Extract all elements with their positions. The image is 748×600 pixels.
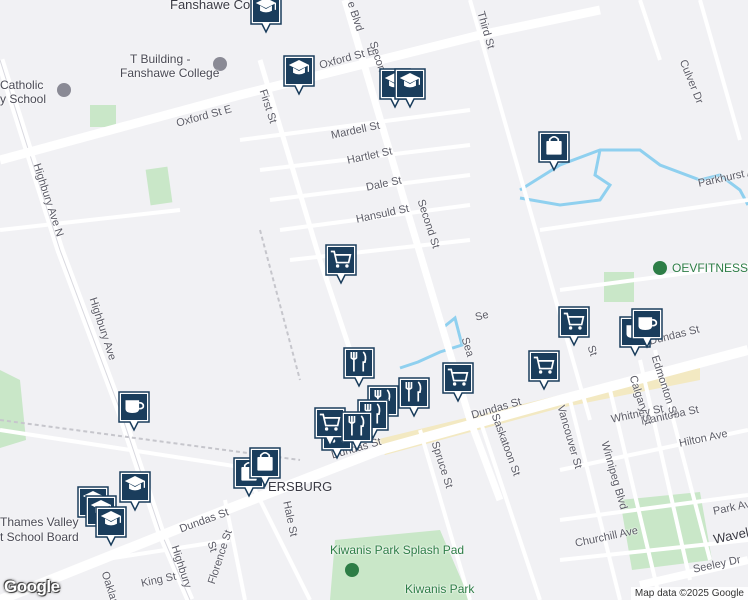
place-label: Catholic	[0, 78, 44, 92]
map-marker-shopping-cart[interactable]	[557, 305, 591, 347]
map-marker-shopping-cart[interactable]	[324, 243, 358, 285]
map-marker-school[interactable]	[393, 67, 427, 109]
place-label: Thames Valley	[0, 515, 79, 529]
map-marker-shopping-cart[interactable]	[441, 361, 475, 403]
map-canvas[interactable]: Fanshawe College T Building - Fanshawe C…	[0, 0, 748, 600]
school-icon	[250, 0, 282, 34]
map-marker-cafe[interactable]	[630, 307, 664, 349]
shopping-bag-icon	[538, 131, 570, 172]
cafe-icon	[631, 308, 663, 349]
shopping-cart-icon	[325, 244, 357, 285]
google-logo: Google	[4, 577, 60, 596]
map-marker-shopping-cart[interactable]	[527, 349, 561, 391]
restaurant-icon	[398, 377, 430, 418]
school-icon	[95, 506, 127, 547]
place-label: OEVFITNESS	[672, 261, 748, 275]
map-attribution[interactable]: Map data ©2025 Google	[630, 587, 748, 600]
restaurant-icon	[343, 347, 375, 388]
map-marker-school[interactable]	[249, 0, 283, 34]
map-marker-restaurant[interactable]	[342, 346, 376, 388]
map-marker-restaurant[interactable]	[397, 376, 431, 418]
map-marker-school[interactable]	[94, 505, 128, 547]
map-marker-school[interactable]	[282, 54, 316, 96]
shopping-cart-icon	[558, 306, 590, 347]
shopping-cart-icon	[528, 350, 560, 391]
map-marker-cafe[interactable]	[117, 390, 151, 432]
place-label: Kiwanis Park Splash Pad	[330, 543, 465, 557]
shopping-bag-icon	[249, 447, 281, 488]
place-label: y School	[0, 92, 47, 106]
place-label: Kiwanis Park	[405, 582, 475, 596]
place-label: Fanshawe College	[120, 66, 220, 80]
school-icon	[394, 68, 426, 109]
cafe-icon	[118, 391, 150, 432]
map-marker-shopping-bag[interactable]	[537, 130, 571, 172]
school-icon	[283, 55, 315, 96]
shopping-cart-icon	[442, 362, 474, 403]
map-marker-restaurant[interactable]	[340, 410, 374, 452]
place-label: T Building -	[130, 52, 191, 66]
map-marker-shopping-bag[interactable]	[248, 446, 282, 488]
place-label: t School Board	[0, 530, 79, 544]
restaurant-icon	[341, 411, 373, 452]
